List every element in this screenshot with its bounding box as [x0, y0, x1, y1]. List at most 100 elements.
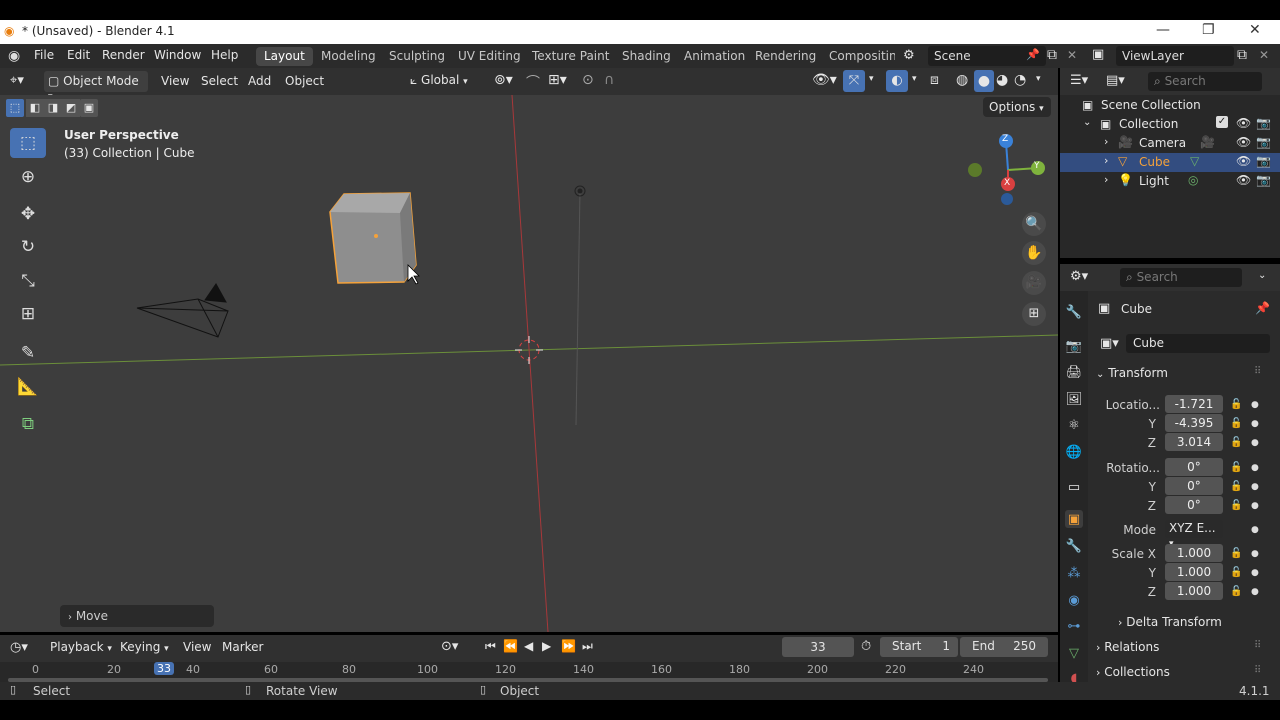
keyframe-dot-icon[interactable]: ●: [1251, 463, 1259, 473]
editor-type-icon[interactable]: ⌖▾: [10, 73, 24, 88]
chevron-down-icon[interactable]: ⌄: [1083, 117, 1091, 128]
solid-shading-icon[interactable]: ●: [974, 70, 994, 92]
menu-window[interactable]: Window: [154, 48, 201, 62]
lock-icon[interactable]: 🔓: [1230, 586, 1242, 597]
rotation-mode-dropdown[interactable]: XYZ E... ▾: [1165, 520, 1223, 549]
gizmo-x-label[interactable]: X: [1004, 178, 1010, 188]
outliner-row-scene-collection[interactable]: ▣ Scene Collection: [1060, 96, 1280, 115]
jump-prev-key-icon[interactable]: ⏪: [503, 639, 518, 653]
chevron-down-icon[interactable]: ▾: [912, 74, 917, 84]
zoom-icon[interactable]: 🔍: [1022, 212, 1046, 236]
location-y-field[interactable]: -4.395: [1165, 414, 1223, 432]
drag-handle-icon[interactable]: ⠿: [1254, 640, 1261, 651]
constraints-tab-icon[interactable]: ⊶: [1065, 617, 1083, 635]
keyframe-dot-icon[interactable]: ●: [1251, 419, 1259, 429]
start-frame-field[interactable]: Start 1: [880, 637, 958, 657]
transform-tool[interactable]: ⊞: [10, 299, 46, 329]
data-tab-icon[interactable]: ▽: [1065, 644, 1083, 662]
gizmo-toggle-icon[interactable]: ⤧: [843, 70, 865, 92]
viewport-menu-view[interactable]: View: [161, 74, 189, 88]
location-x-field[interactable]: -1.721: [1165, 395, 1223, 413]
keyframe-dot-icon[interactable]: ●: [1251, 568, 1259, 578]
new-scene-icon[interactable]: ⧉: [1047, 47, 1057, 63]
gizmo-z-label[interactable]: Z: [1002, 134, 1008, 144]
menu-edit[interactable]: Edit: [67, 48, 90, 62]
stopwatch-icon[interactable]: ⏱: [861, 639, 871, 654]
restore-icon[interactable]: ❐: [1202, 22, 1215, 38]
timeline-menu-playback[interactable]: Playback ▾: [50, 640, 112, 654]
display-mode-icon[interactable]: ▤▾: [1106, 73, 1125, 88]
end-frame-field[interactable]: End 250: [960, 637, 1048, 657]
ortho-grid-icon[interactable]: ⊞: [1022, 302, 1046, 326]
object-tab-icon[interactable]: ▣: [1065, 510, 1083, 528]
measure-tool[interactable]: 📐: [10, 372, 46, 402]
snap-icon[interactable]: ⌒: [526, 72, 540, 92]
viewport-menu-add[interactable]: Add: [248, 74, 271, 88]
pivot-icon[interactable]: ⊚▾: [494, 72, 513, 88]
delete-scene-icon[interactable]: ✕: [1067, 48, 1077, 62]
viewport-menu-select[interactable]: Select: [201, 74, 238, 88]
playhead[interactable]: 33: [154, 662, 174, 675]
render-camera-icon[interactable]: 📷: [1256, 154, 1271, 168]
render-tab-icon[interactable]: 📷: [1065, 337, 1083, 355]
wireframe-shading-icon[interactable]: ◍: [956, 72, 968, 88]
render-camera-icon[interactable]: 📷: [1256, 116, 1271, 130]
outliner-row-cube[interactable]: › ▽ Cube ▽ 👁 📷: [1060, 153, 1280, 172]
world-tab-icon[interactable]: 🌐: [1065, 443, 1083, 461]
rotation-z-field[interactable]: 0°: [1165, 496, 1223, 514]
tab-animation[interactable]: Animation: [676, 47, 753, 66]
collection-tab-icon[interactable]: ▭: [1065, 478, 1083, 496]
mode-dropdown[interactable]: ▢ Object Mode ▾: [44, 71, 148, 102]
timeline-menu-view[interactable]: View: [183, 640, 211, 654]
lock-icon[interactable]: 🔓: [1230, 567, 1242, 578]
rotate-tool[interactable]: ↻: [10, 232, 46, 262]
outliner-editor-icon[interactable]: ☰▾: [1070, 73, 1088, 88]
timeline-editor-icon[interactable]: ◷▾: [10, 640, 28, 655]
eye-icon[interactable]: 👁: [1236, 154, 1251, 168]
rotation-y-field[interactable]: 0°: [1165, 477, 1223, 495]
jump-start-icon[interactable]: ⏮: [485, 639, 496, 654]
lock-icon[interactable]: 🔓: [1230, 418, 1242, 429]
menu-help[interactable]: Help: [211, 48, 238, 62]
outliner-row-camera[interactable]: › 🎥 Camera 🎥 👁 📷: [1060, 134, 1280, 153]
lock-icon[interactable]: 🔓: [1230, 500, 1242, 511]
add-cube-tool[interactable]: ⧉: [10, 409, 46, 439]
chevron-right-icon[interactable]: ›: [1104, 135, 1108, 148]
annotate-tool[interactable]: ✎: [10, 338, 46, 368]
delta-transform-subpanel[interactable]: › Delta Transform: [1118, 615, 1222, 629]
select-box-tool[interactable]: ⬚: [10, 128, 46, 158]
move-tool[interactable]: ✥: [10, 199, 46, 229]
scale-x-field[interactable]: 1.000: [1165, 544, 1223, 562]
chevron-right-icon[interactable]: ›: [1104, 173, 1108, 186]
keyframe-dot-icon[interactable]: ●: [1251, 501, 1259, 511]
output-tab-icon[interactable]: 🖨: [1065, 363, 1083, 381]
jump-next-key-icon[interactable]: ⏩: [561, 639, 576, 653]
outliner-row-collection[interactable]: ⌄ ▣ Collection ✓ 👁 📷: [1060, 115, 1280, 134]
play-reverse-icon[interactable]: ◀: [524, 639, 533, 653]
new-viewlayer-icon[interactable]: ⧉: [1237, 47, 1247, 63]
drag-handle-icon[interactable]: ⠿: [1254, 366, 1261, 377]
select-extend-icon[interactable]: ◧: [26, 99, 44, 117]
timeline-menu-keying[interactable]: Keying ▾: [120, 640, 169, 654]
render-camera-icon[interactable]: 📷: [1256, 173, 1271, 187]
keyframe-dot-icon[interactable]: ●: [1251, 438, 1259, 448]
keyframe-dot-icon[interactable]: ●: [1251, 587, 1259, 597]
tab-texture-paint[interactable]: Texture Paint: [524, 47, 617, 66]
keyframe-dot-icon[interactable]: ●: [1251, 525, 1259, 535]
view-layer-tab-icon[interactable]: 🖼: [1065, 390, 1083, 408]
pin-icon[interactable]: 📌: [1255, 301, 1270, 315]
outliner-row-light[interactable]: › 💡 Light ◎ 👁 📷: [1060, 172, 1280, 191]
select-new-icon[interactable]: ⬚: [6, 99, 24, 117]
scene-field[interactable]: Scene 📌: [928, 46, 1046, 66]
eye-icon[interactable]: 👁: [1236, 173, 1251, 187]
scene-selector-icon[interactable]: ⚙: [903, 48, 915, 63]
close-icon[interactable]: ✕: [1249, 22, 1261, 38]
camera-view-icon[interactable]: 🎥: [1022, 271, 1046, 295]
collections-panel-header[interactable]: › Collections ⠿: [1096, 665, 1274, 679]
proportional-edit-icon[interactable]: ⊙: [582, 72, 594, 88]
select-intersect-icon[interactable]: ▣: [80, 99, 98, 117]
gizmo-y-label[interactable]: Y: [1034, 161, 1040, 171]
scale-y-field[interactable]: 1.000: [1165, 563, 1223, 581]
pin-icon[interactable]: 📌: [1026, 48, 1040, 61]
transform-panel-header[interactable]: ⌄ Transform ⠿: [1096, 366, 1274, 384]
